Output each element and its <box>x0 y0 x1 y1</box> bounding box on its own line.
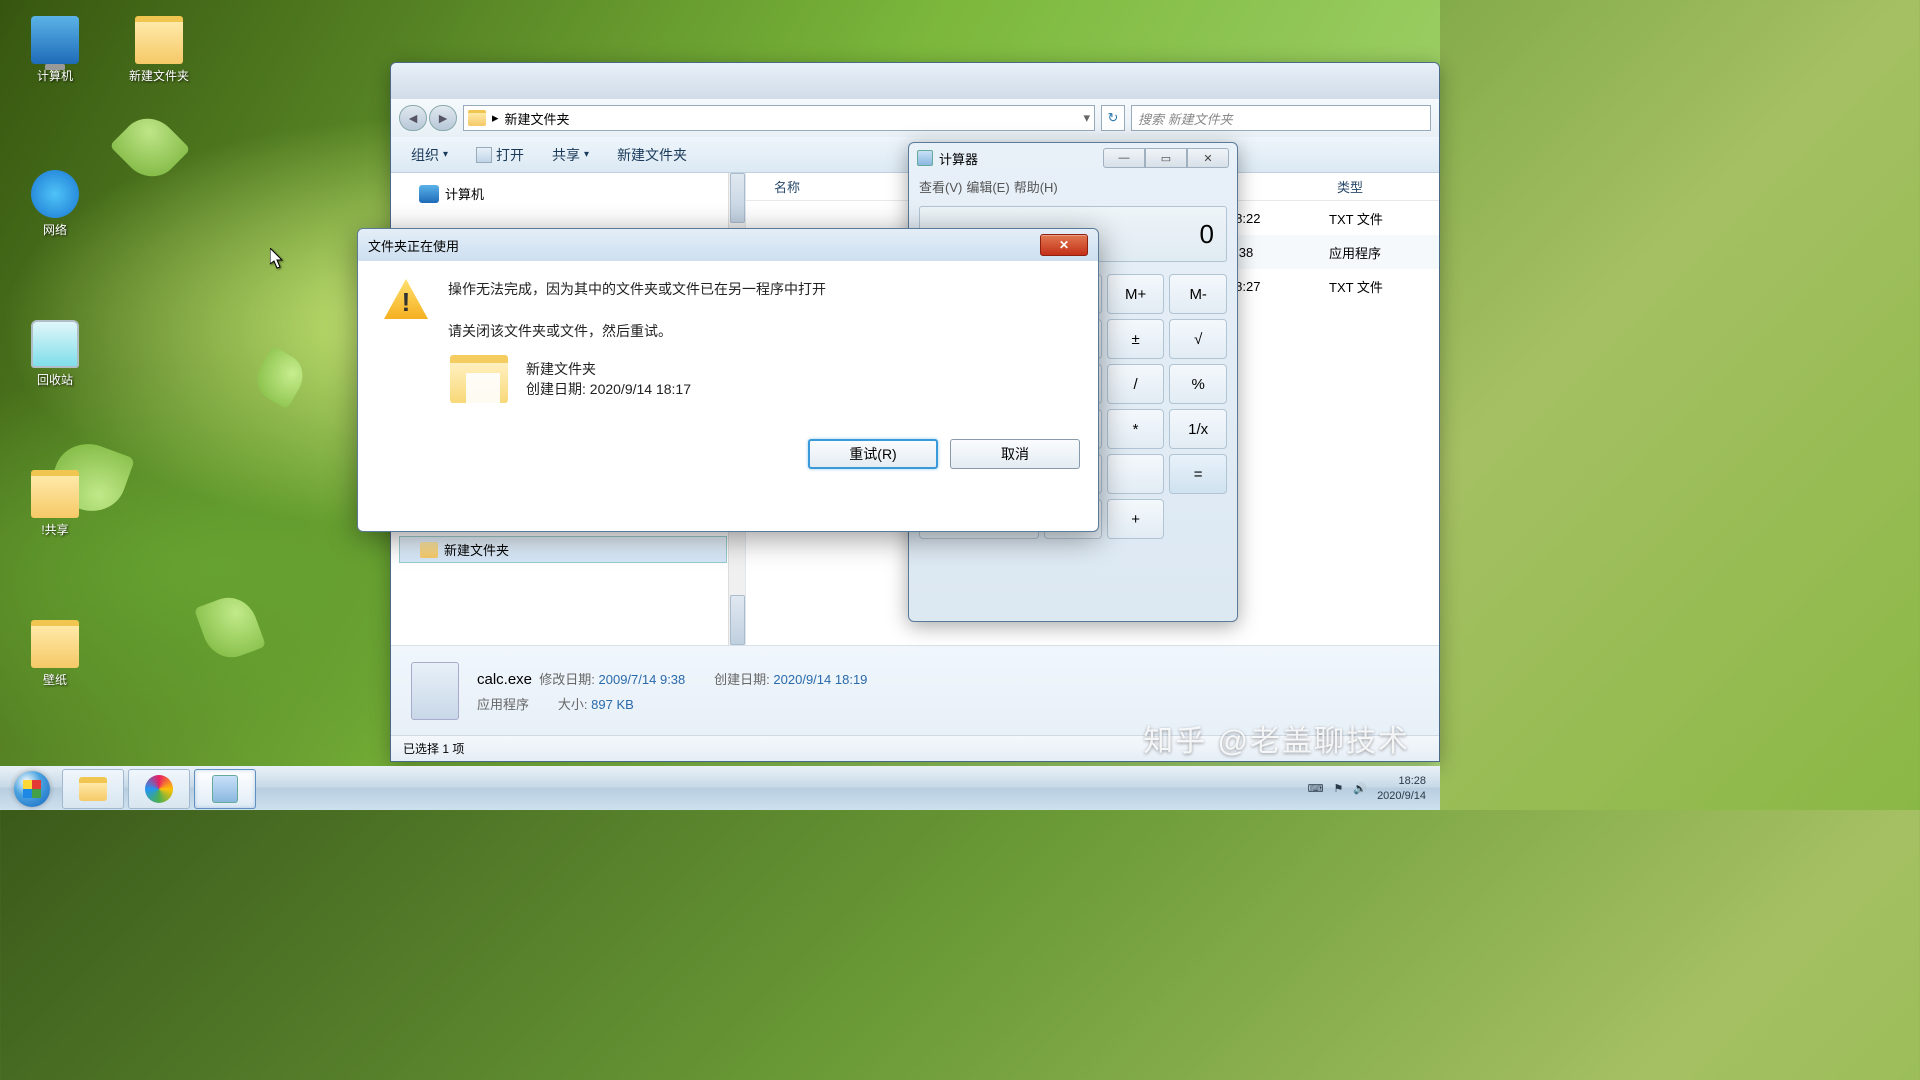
minimize-button[interactable]: — <box>1103 148 1145 168</box>
tray-clock[interactable]: 18:28 2020/9/14 <box>1377 774 1426 803</box>
close-button[interactable]: ✕ <box>1187 148 1229 168</box>
calc-key-recip[interactable]: 1/x <box>1169 409 1227 449</box>
folder-icon <box>135 16 183 64</box>
folder-icon <box>31 620 79 668</box>
calc-menubar: 查看(V) 编辑(E) 帮助(H) <box>909 173 1237 200</box>
start-button[interactable] <box>4 769 60 809</box>
search-placeholder: 搜索 新建文件夹 <box>1138 109 1233 128</box>
search-input[interactable]: 搜索 新建文件夹 <box>1131 105 1431 131</box>
folder-icon <box>31 470 79 518</box>
taskbar: ⌨ ⚑ 🔊 18:28 2020/9/14 <box>0 766 1440 810</box>
calc-key-mminus[interactable]: M- <box>1169 274 1227 314</box>
watermark: 知乎 @老盖聊技术 <box>1143 716 1410 760</box>
address-bar[interactable]: ▸ 新建文件夹 ▾ <box>463 105 1095 131</box>
menu-view[interactable]: 查看(V) <box>919 177 962 196</box>
network-icon <box>31 170 79 218</box>
cancel-button[interactable]: 取消 <box>950 439 1080 469</box>
desktop-icon-network[interactable]: 网络 <box>16 170 94 238</box>
taskbar-browser[interactable] <box>128 769 190 809</box>
toolbar-open[interactable]: 打开 <box>476 145 524 165</box>
taskbar-explorer[interactable] <box>62 769 124 809</box>
toolbar-organize[interactable]: 组织▾ <box>411 145 448 165</box>
tray-date: 2020/9/14 <box>1377 789 1426 803</box>
browser-icon <box>145 775 173 803</box>
path-segment[interactable]: 新建文件夹 <box>505 109 570 128</box>
desktop-label: 回收站 <box>16 371 94 388</box>
menu-edit[interactable]: 编辑(E) <box>966 177 1009 196</box>
desktop-label: !共享 <box>16 521 94 538</box>
folder-icon <box>450 355 508 403</box>
desktop-icon-share[interactable]: !共享 <box>16 470 94 538</box>
path-separator: ▸ <box>492 110 499 126</box>
calc-key-mplus[interactable]: M+ <box>1107 274 1165 314</box>
folder-inuse-dialog: 文件夹正在使用 ✕ 操作无法完成，因为其中的文件夹或文件已在另一程序中打开 请关… <box>357 228 1099 532</box>
folder-icon <box>420 542 438 558</box>
details-type: 应用程序 <box>477 697 529 712</box>
recyclebin-icon <box>31 320 79 368</box>
maximize-button[interactable]: ▭ <box>1145 148 1187 168</box>
col-type[interactable]: 类型 <box>1329 177 1439 196</box>
calc-key-equals[interactable]: = <box>1169 454 1227 494</box>
calc-key-plus[interactable]: + <box>1107 499 1165 539</box>
open-icon <box>476 147 492 163</box>
calc-key-div[interactable]: / <box>1107 364 1165 404</box>
calc-key-minus[interactable] <box>1107 454 1165 494</box>
taskbar-calculator[interactable] <box>194 769 256 809</box>
details-filename: calc.exe <box>477 671 532 688</box>
details-created: 2020/9/14 18:19 <box>773 672 867 687</box>
menu-help[interactable]: 帮助(H) <box>1014 177 1058 196</box>
details-modified: 2009/7/14 9:38 <box>599 672 686 687</box>
calc-title-text: 计算器 <box>939 149 978 168</box>
tray-time: 18:28 <box>1377 774 1426 788</box>
computer-icon <box>419 185 439 203</box>
dropdown-icon[interactable]: ▾ <box>1083 110 1090 126</box>
desktop-icon-wallpaper[interactable]: 壁纸 <box>16 620 94 688</box>
nav-back-button[interactable]: ◄ <box>399 105 427 131</box>
calc-file-icon <box>411 662 459 720</box>
calc-titlebar[interactable]: 计算器 — ▭ ✕ <box>909 143 1237 173</box>
calculator-icon <box>917 150 933 166</box>
desktop-icon-newfolder[interactable]: 新建文件夹 <box>120 16 198 84</box>
refresh-button[interactable]: ↻ <box>1101 105 1125 131</box>
dialog-message-2: 请关闭该文件夹或文件，然后重试。 <box>448 321 826 341</box>
computer-icon <box>31 16 79 64</box>
calc-key-plusminus[interactable]: ± <box>1107 319 1165 359</box>
scrollbar-thumb[interactable] <box>730 173 745 223</box>
system-tray: ⌨ ⚑ 🔊 18:28 2020/9/14 <box>1298 774 1436 803</box>
retry-button[interactable]: 重试(R) <box>808 439 938 469</box>
calc-key-sqrt[interactable]: √ <box>1169 319 1227 359</box>
dialog-title-text: 文件夹正在使用 <box>368 236 459 255</box>
windows-logo-icon <box>14 771 50 807</box>
dialog-message-1: 操作无法完成，因为其中的文件夹或文件已在另一程序中打开 <box>448 279 826 299</box>
volume-icon[interactable]: 🔊 <box>1353 782 1367 795</box>
calc-key-mul[interactable]: * <box>1107 409 1165 449</box>
desktop-label: 新建文件夹 <box>120 67 198 84</box>
dialog-folder-name: 新建文件夹 <box>526 359 691 379</box>
calc-key-percent[interactable]: % <box>1169 364 1227 404</box>
toolbar-newfolder[interactable]: 新建文件夹 <box>617 145 687 165</box>
scrollbar-thumb[interactable] <box>730 595 745 645</box>
flag-icon[interactable]: ⚑ <box>1333 782 1343 795</box>
nav-forward-button[interactable]: ► <box>429 105 457 131</box>
desktop-label: 壁纸 <box>16 671 94 688</box>
explorer-navbar: ◄ ► ▸ 新建文件夹 ▾ ↻ 搜索 新建文件夹 <box>391 99 1439 137</box>
details-size: 897 KB <box>591 697 634 712</box>
toolbar-share[interactable]: 共享▾ <box>552 145 589 165</box>
dialog-close-button[interactable]: ✕ <box>1040 234 1088 256</box>
desktop-label: 网络 <box>16 221 94 238</box>
desktop-icon-recyclebin[interactable]: 回收站 <box>16 320 94 388</box>
tree-newfolder[interactable]: 新建文件夹 <box>399 536 727 563</box>
dialog-titlebar[interactable]: 文件夹正在使用 ✕ <box>358 229 1098 261</box>
explorer-icon <box>79 777 107 801</box>
tree-computer[interactable]: 计算机 <box>391 181 745 206</box>
warning-icon <box>384 279 428 319</box>
explorer-titlebar[interactable] <box>391 63 1439 99</box>
folder-icon <box>468 110 486 126</box>
keyboard-icon[interactable]: ⌨ <box>1308 782 1324 795</box>
desktop-icon-computer[interactable]: 计算机 <box>16 16 94 84</box>
dialog-folder-date: 创建日期: 2020/9/14 18:17 <box>526 379 691 399</box>
calculator-icon <box>212 775 238 803</box>
